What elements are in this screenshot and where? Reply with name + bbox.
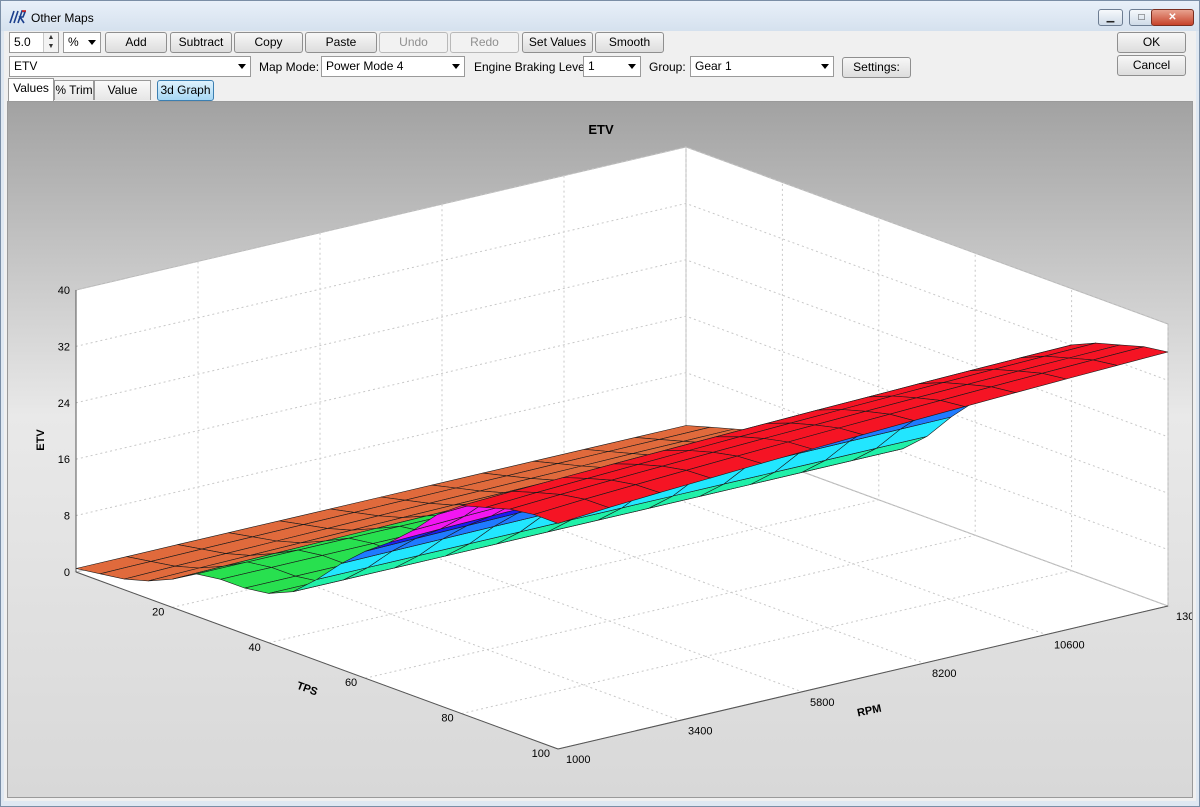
window-title: Other Maps xyxy=(31,11,94,25)
engine-braking-select[interactable]: 1 xyxy=(583,56,641,77)
settings-button[interactable]: Settings: xyxy=(842,57,911,78)
paste-button[interactable]: Paste xyxy=(305,32,377,53)
group-label: Group: xyxy=(649,60,686,74)
close-button[interactable]: ✕ xyxy=(1151,9,1194,26)
map-select[interactable]: ETV xyxy=(9,56,251,77)
chevron-down-icon xyxy=(238,64,246,69)
z-tick-label: 16 xyxy=(58,454,70,466)
subtract-button[interactable]: Subtract xyxy=(170,32,232,53)
rpm-tick-label: 130 xyxy=(1176,611,1193,623)
map-select-value: ETV xyxy=(14,59,38,73)
group-select[interactable]: Gear 1 xyxy=(690,56,834,77)
redo-button[interactable]: Redo xyxy=(450,32,519,53)
map-mode-value: Power Mode 4 xyxy=(326,59,404,73)
tab-values[interactable]: Values xyxy=(8,78,54,101)
step-value-spinner[interactable]: 5.0 ▲ ▼ xyxy=(9,32,59,53)
chevron-down-icon xyxy=(452,64,460,69)
tab-value-trim[interactable]: Value Trim xyxy=(94,80,151,115)
rpm-tick-label: 5800 xyxy=(810,697,834,709)
chevron-down-icon xyxy=(821,64,829,69)
add-button[interactable]: Add xyxy=(105,32,167,53)
tps-tick-label: 60 xyxy=(345,677,357,689)
z-tick-label: 40 xyxy=(58,285,70,297)
spin-up-icon[interactable]: ▲ xyxy=(44,33,58,42)
step-value-text: 5.0 xyxy=(14,35,31,49)
spin-down-icon[interactable]: ▼ xyxy=(44,42,58,51)
tab-percent-trim[interactable]: % Trim xyxy=(54,80,94,100)
minimize-icon: ▁ xyxy=(1106,12,1115,23)
rpm-tick-label: 10600 xyxy=(1054,640,1085,652)
title-bar[interactable]: Other Maps ▁ □ ✕ xyxy=(1,1,1199,31)
smooth-button[interactable]: Smooth xyxy=(595,32,664,53)
etv-3d-surface-chart[interactable]: 0 8 16 24 32 40 20 40 60 80 100 1000 3400 5800 8200 106… xyxy=(8,102,1193,798)
group-value: Gear 1 xyxy=(695,59,732,73)
client-area: 5.0 ▲ ▼ % Add Subtract Copy Paste Undo Re… xyxy=(4,31,1196,801)
set-values-button[interactable]: Set Values xyxy=(522,32,593,53)
engine-braking-value: 1 xyxy=(588,59,595,73)
z-tick-label: 32 xyxy=(58,341,70,353)
z-tick-label: 0 xyxy=(64,567,70,579)
rpm-tick-label: 3400 xyxy=(688,725,712,737)
3d-graph-button[interactable]: 3d Graph xyxy=(157,80,214,101)
cancel-button[interactable]: Cancel xyxy=(1117,55,1186,76)
rpm-tick-label: 1000 xyxy=(566,754,590,766)
ok-button[interactable]: OK xyxy=(1117,32,1186,53)
minimize-button[interactable]: ▁ xyxy=(1098,9,1123,26)
copy-button[interactable]: Copy xyxy=(234,32,303,53)
spinner-arrows[interactable]: ▲ ▼ xyxy=(43,33,58,52)
unit-dropdown[interactable]: % xyxy=(63,32,101,53)
tps-tick-label: 20 xyxy=(152,606,164,618)
close-icon: ✕ xyxy=(1168,12,1177,23)
chart-panel: 0 8 16 24 32 40 20 40 60 80 100 1000 3400 5800 8200 106… xyxy=(7,101,1193,798)
engine-braking-label: Engine Braking Level: xyxy=(474,60,591,74)
tps-tick-label: 40 xyxy=(249,642,261,654)
other-maps-window: Other Maps ▁ □ ✕ 5.0 ▲ ▼ % Add Subtract C… xyxy=(0,0,1200,807)
rpm-tick-label: 8200 xyxy=(932,668,956,680)
z-tick-label: 24 xyxy=(58,398,70,410)
tps-tick-label: 100 xyxy=(532,748,550,760)
map-mode-label: Map Mode: xyxy=(259,60,320,74)
maximize-icon: □ xyxy=(1138,12,1145,23)
map-mode-select[interactable]: Power Mode 4 xyxy=(321,56,465,77)
chevron-down-icon xyxy=(628,64,636,69)
app-logo-icon xyxy=(9,10,27,24)
tps-tick-label: 80 xyxy=(441,713,453,725)
chevron-down-icon xyxy=(88,40,96,45)
z-tick-label: 8 xyxy=(64,511,70,523)
etv-axis-title: ETV xyxy=(35,429,47,451)
undo-button[interactable]: Undo xyxy=(379,32,448,53)
unit-value: % xyxy=(68,35,79,49)
chart-title: ETV xyxy=(588,122,614,137)
